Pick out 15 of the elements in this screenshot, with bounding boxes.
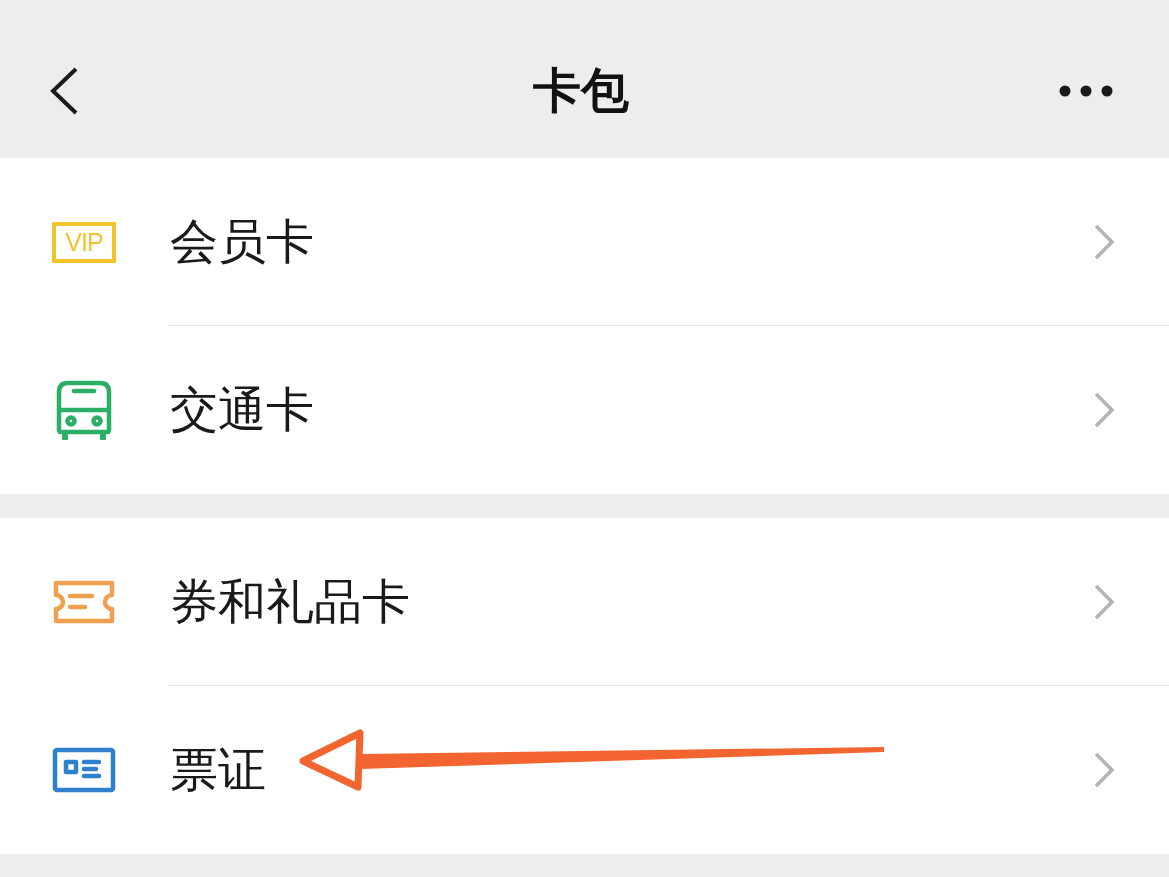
card-list-item[interactable]: 交通卡 bbox=[0, 326, 1169, 494]
back-icon[interactable] bbox=[48, 66, 80, 116]
chevron-right-icon bbox=[1093, 751, 1115, 789]
id-card-icon bbox=[52, 747, 116, 793]
bus-icon bbox=[56, 379, 112, 441]
page-title: 卡包 bbox=[532, 61, 629, 120]
chevron-right-icon bbox=[1093, 391, 1115, 429]
card-list-item[interactable]: 票证 bbox=[0, 686, 1169, 854]
vip-tag: VIP bbox=[52, 221, 116, 263]
card-list-item[interactable]: 券和礼品卡 bbox=[0, 518, 1169, 686]
more-icon[interactable] bbox=[1059, 85, 1113, 97]
card-list-item[interactable]: VIP 会员卡 bbox=[0, 158, 1169, 326]
chevron-right-icon bbox=[1093, 223, 1115, 261]
ticket-icon bbox=[52, 579, 116, 625]
chevron-right-icon bbox=[1093, 583, 1115, 621]
